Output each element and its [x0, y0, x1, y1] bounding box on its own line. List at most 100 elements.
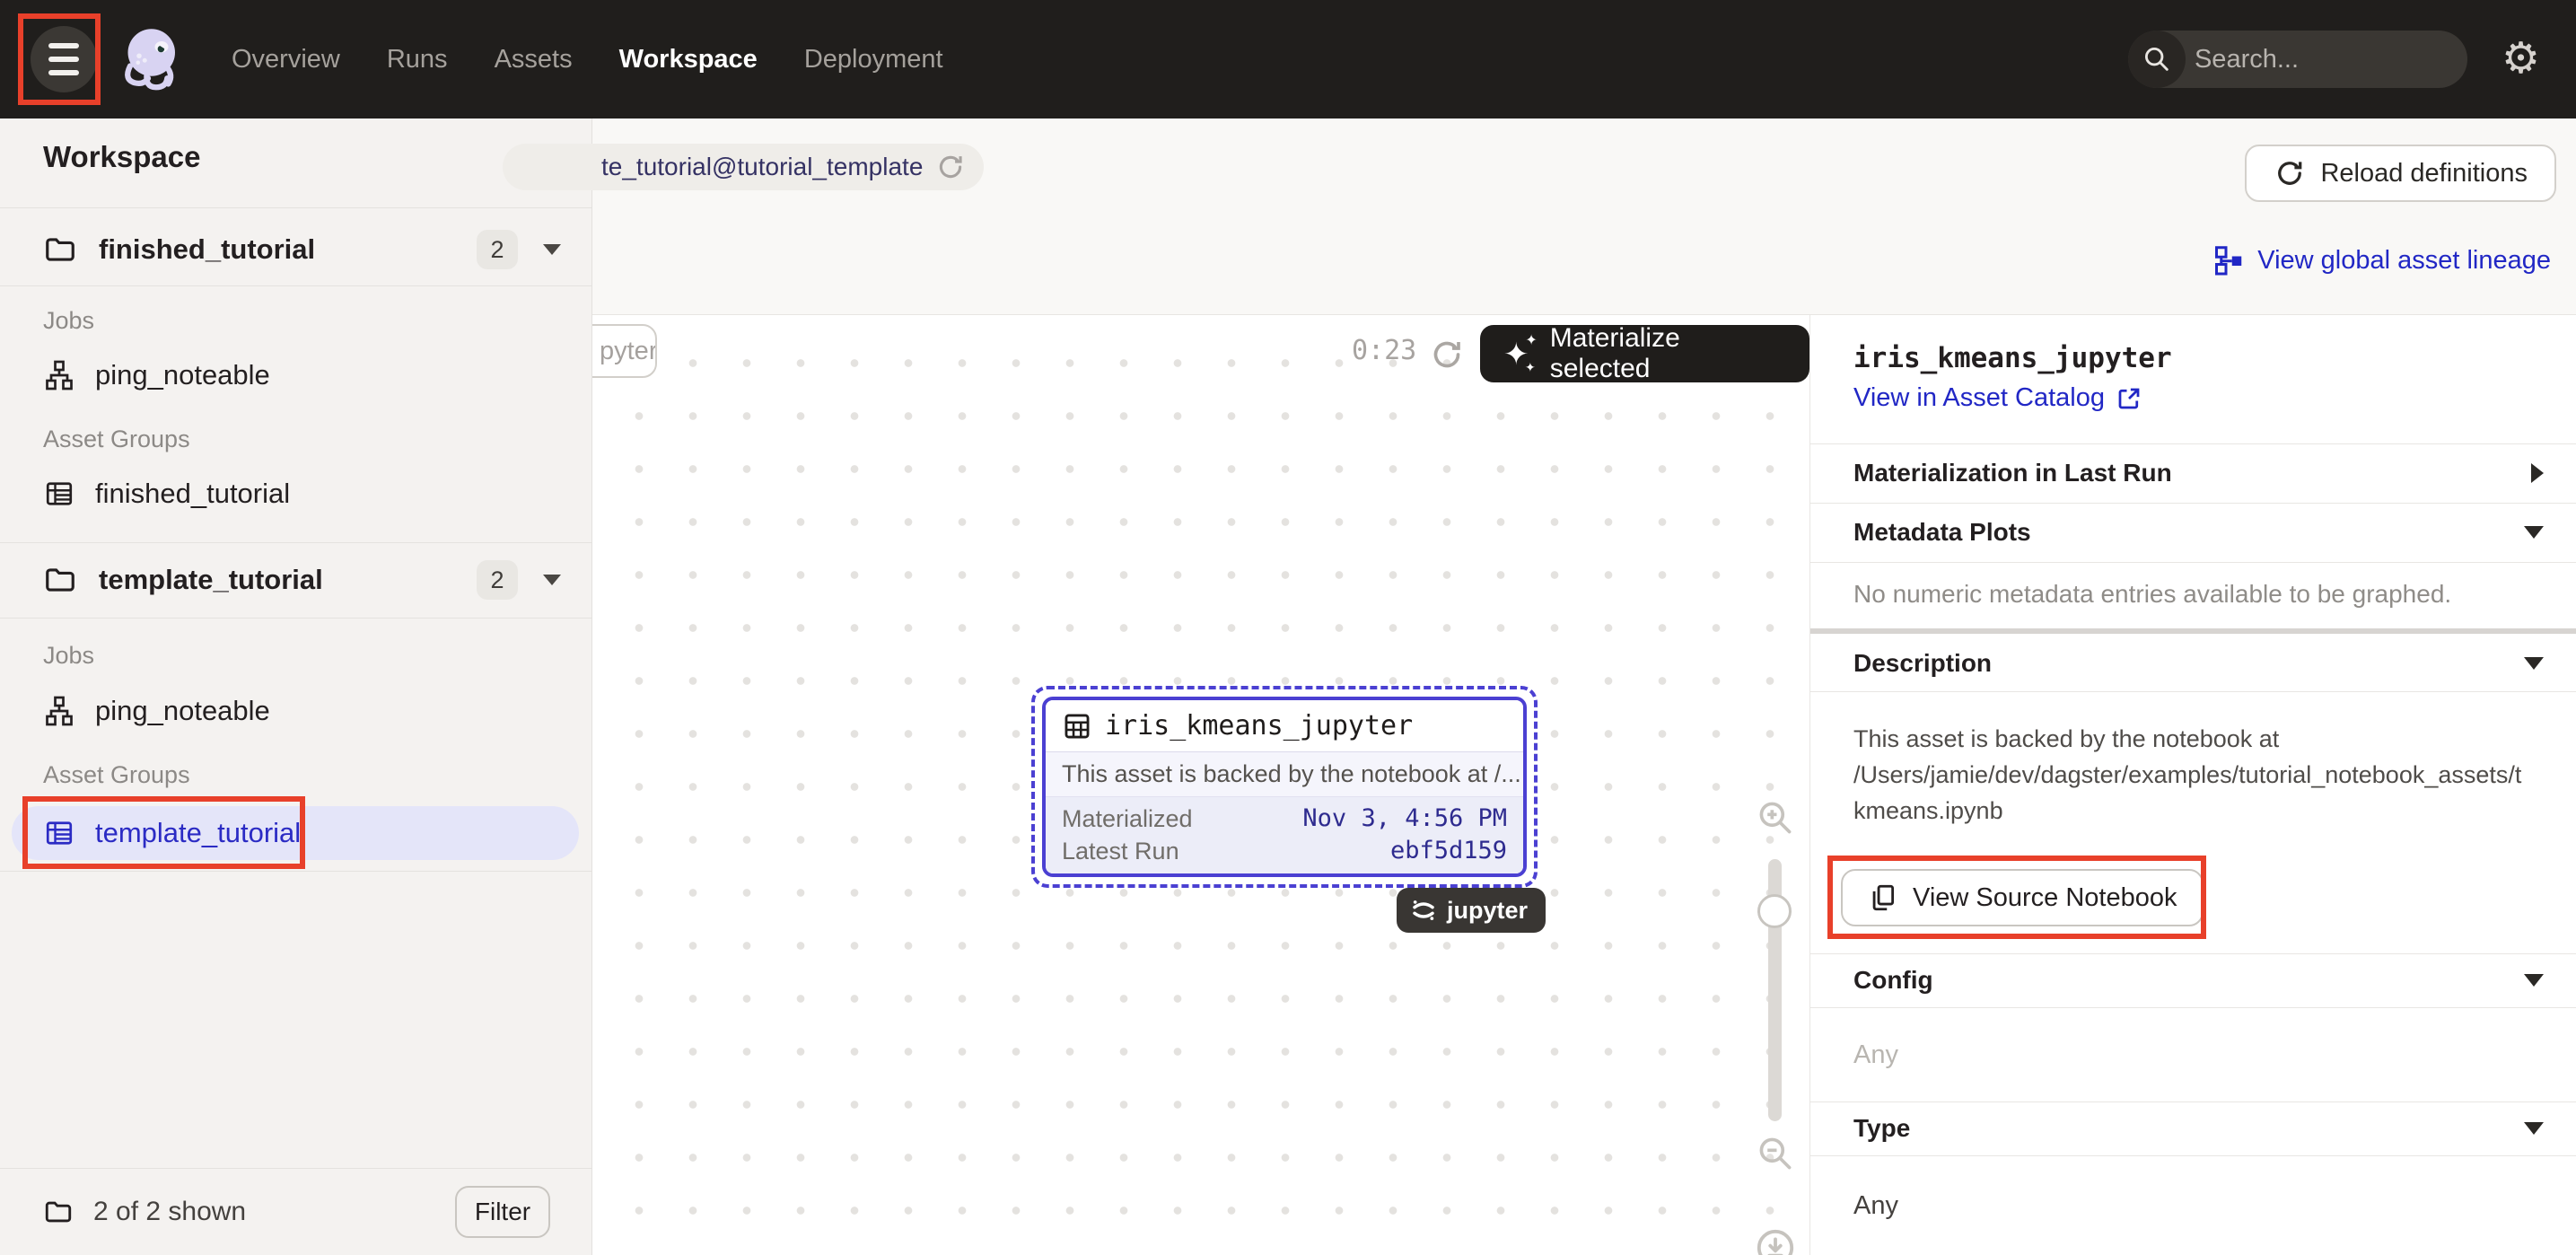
materialize-selected-label: Materialize selected — [1550, 323, 1786, 384]
repo-count-badge[interactable]: 2 — [477, 560, 518, 600]
section-materialization-in-last-run[interactable]: Materialization in Last Run — [1810, 443, 2576, 503]
external-link-icon — [2116, 385, 2142, 412]
job-icon — [43, 359, 75, 391]
repo-name: template_tutorial — [99, 564, 477, 596]
repo-location-label: te_tutorial@tutorial_template — [601, 153, 923, 181]
chevron-down-icon — [2524, 974, 2544, 987]
section-label: Type — [1853, 1114, 2524, 1143]
group-name: finished_tutorial — [95, 478, 290, 510]
sidebar-group-finished-tutorial[interactable]: finished_tutorial — [0, 469, 591, 519]
asset-node-iris-kmeans-jupyter[interactable]: iris_kmeans_jupyter This asset is backed… — [1042, 697, 1527, 877]
divider — [1810, 691, 2576, 692]
divider — [0, 871, 591, 872]
asset-node-description: This asset is backed by the notebook at … — [1046, 752, 1523, 797]
latest-run-value[interactable]: ebf5d159 — [1390, 835, 1507, 867]
asset-group-icon — [43, 478, 75, 510]
asset-group-icon — [43, 817, 75, 849]
divider — [0, 207, 591, 208]
jupyter-tag-label: jupyter — [1447, 897, 1528, 925]
nav-item-overview[interactable]: Overview — [232, 45, 340, 75]
section-description[interactable]: Description — [1810, 636, 2576, 691]
nav-item-runs[interactable]: Runs — [387, 45, 448, 75]
asset-description-text: This asset is backed by the notebook at … — [1853, 721, 2555, 829]
jobs-section-label: Jobs — [43, 307, 94, 335]
asset-node-title: iris_kmeans_jupyter — [1105, 710, 1413, 742]
workspace-sidebar: Workspace finished_tutorial 2 Jobs ping_… — [0, 118, 592, 1255]
divider — [1810, 1007, 2576, 1008]
search-input[interactable] — [2186, 45, 2467, 75]
asset-node-selection-outline[interactable]: iris_kmeans_jupyter This asset is backed… — [1031, 686, 1538, 888]
search-bar[interactable]: / — [2128, 31, 2467, 88]
asset-groups-section-label: Asset Groups — [43, 761, 190, 789]
folder-icon — [43, 1197, 74, 1227]
settings-gear-icon[interactable]: ⚙ — [2502, 38, 2540, 81]
empty-metadata-message: No numeric metadata entries available to… — [1853, 580, 2451, 609]
zoom-out-button[interactable] — [1754, 1134, 1797, 1173]
sidebar-footer: 2 of 2 shown Filter — [0, 1168, 591, 1255]
zoom-in-button[interactable] — [1754, 798, 1797, 838]
view-in-asset-catalog-link[interactable]: View in Asset Catalog — [1853, 383, 2142, 413]
nav-item-deployment[interactable]: Deployment — [804, 45, 943, 75]
job-name: ping_noteable — [95, 359, 270, 391]
chevron-right-icon — [2531, 463, 2544, 483]
materialize-selected-button[interactable]: ✦✦✦ Materialize selected — [1480, 325, 1809, 382]
chevron-down-icon — [2524, 526, 2544, 539]
section-config[interactable]: Config — [1810, 953, 2576, 1007]
chevron-down-icon[interactable] — [543, 575, 561, 585]
sidebar-repo-template-tutorial[interactable]: template_tutorial 2 — [0, 549, 591, 610]
sidebar-repo-finished-tutorial[interactable]: finished_tutorial 2 — [0, 219, 591, 280]
repo-count-summary: 2 of 2 shown — [93, 1197, 455, 1227]
section-metadata-plots[interactable]: Metadata Plots — [1810, 503, 2576, 562]
section-label: Materialization in Last Run — [1853, 459, 2531, 487]
divider — [1810, 1155, 2576, 1156]
section-type[interactable]: Type — [1810, 1101, 2576, 1155]
section-label: Metadata Plots — [1853, 518, 2524, 547]
filter-button[interactable]: Filter — [455, 1186, 550, 1238]
section-label: Description — [1853, 649, 2524, 678]
divider — [0, 285, 591, 286]
sidebar-job-ping-noteable[interactable]: ping_noteable — [0, 350, 591, 400]
section-divider — [1810, 628, 2576, 634]
latest-run-label: Latest Run — [1062, 835, 1179, 867]
dagster-app: Overview Runs Assets Workspace Deploymen… — [0, 0, 2576, 1255]
lineage-icon — [2212, 244, 2245, 276]
chevron-down-icon — [2524, 657, 2544, 670]
hamburger-menu-button[interactable] — [31, 26, 97, 92]
repo-location-tag[interactable]: te_tutorial@tutorial_template — [503, 144, 984, 190]
jupyter-compute-tag[interactable]: jupyter — [1397, 888, 1546, 933]
view-source-notebook-label: View Source Notebook — [1913, 883, 2177, 913]
config-value: Any — [1853, 1040, 1898, 1070]
reload-definitions-label: Reload definitions — [2320, 159, 2528, 189]
nav-item-workspace[interactable]: Workspace — [619, 45, 758, 75]
refresh-icon[interactable] — [935, 152, 966, 182]
chevron-down-icon[interactable] — [543, 244, 561, 255]
asset-node-stats: Materialized Nov 3, 4:56 PM Latest Run e… — [1046, 797, 1523, 874]
asset-graph-canvas[interactable]: pyter 0:23 ✦✦✦ Materialize selected iris… — [592, 315, 1809, 1255]
refresh-icon[interactable] — [1429, 337, 1465, 373]
view-global-asset-lineage-link[interactable]: View global asset lineage — [2212, 244, 2551, 276]
divider — [1810, 562, 2576, 563]
asset-detail-panel: iris_kmeans_jupyter View in Asset Catalo… — [1809, 315, 2576, 1255]
type-value: Any — [1853, 1191, 1898, 1221]
download-image-button[interactable] — [1754, 1227, 1797, 1255]
sidebar-job-ping-noteable-2[interactable]: ping_noteable — [0, 686, 591, 736]
folder-icon — [43, 233, 77, 267]
reload-definitions-button[interactable]: Reload definitions — [2245, 145, 2556, 202]
divider — [0, 618, 591, 619]
zoom-slider-knob[interactable] — [1757, 894, 1792, 928]
partial-asset-node[interactable]: pyter — [592, 324, 657, 378]
chevron-down-icon — [2524, 1122, 2544, 1135]
asset-detail-title: iris_kmeans_jupyter — [1853, 342, 2172, 374]
primary-nav: Overview Runs Assets Workspace Deploymen… — [232, 45, 943, 75]
view-source-notebook-button[interactable]: View Source Notebook — [1841, 869, 2204, 926]
materialized-label: Materialized — [1062, 803, 1193, 835]
page-header: te_tutorial@tutorial_template Reload def… — [592, 118, 2576, 315]
sidebar-group-template-tutorial-selected[interactable]: template_tutorial — [12, 806, 579, 860]
search-icon — [2128, 31, 2186, 88]
materialized-value[interactable]: Nov 3, 4:56 PM — [1302, 803, 1507, 835]
repo-name: finished_tutorial — [99, 233, 477, 266]
top-nav: Overview Runs Assets Workspace Deploymen… — [0, 0, 2576, 118]
repo-count-badge[interactable]: 2 — [477, 230, 518, 269]
nav-item-assets[interactable]: Assets — [495, 45, 573, 75]
dagster-octopus-logo[interactable] — [117, 22, 188, 97]
